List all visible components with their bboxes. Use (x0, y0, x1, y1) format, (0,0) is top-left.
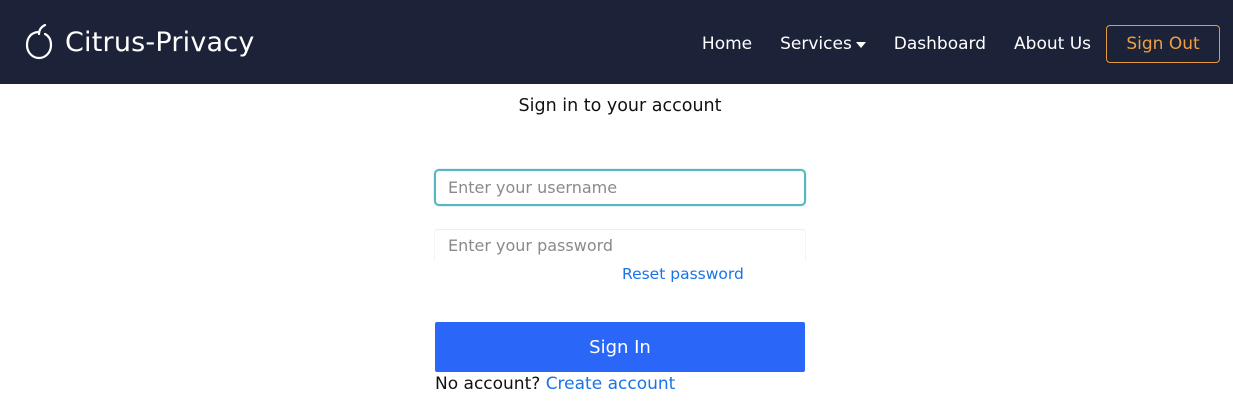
nav-about-link[interactable]: About Us (1014, 34, 1091, 54)
nav-links: Home Services Dashboard About Us Sign Ou… (702, 25, 1220, 63)
create-account-link[interactable]: Create account (546, 374, 676, 394)
reset-password-link[interactable]: Reset password (622, 265, 744, 283)
no-account-row: No account? Create account (435, 374, 675, 394)
username-input[interactable] (434, 169, 806, 206)
sign-in-button[interactable]: Sign In (435, 322, 805, 372)
top-navbar: Citrus-Privacy Home Services Dashboard A… (0, 0, 1233, 84)
nav-services-dropdown[interactable]: Services (780, 34, 866, 54)
nav-dashboard-link[interactable]: Dashboard (894, 34, 986, 54)
nav-services-label: Services (780, 34, 852, 54)
sign-out-button[interactable]: Sign Out (1106, 25, 1220, 63)
nav-home-link[interactable]: Home (702, 34, 752, 54)
password-input[interactable] (434, 229, 806, 261)
caret-down-icon (855, 42, 866, 48)
citrus-icon (24, 23, 54, 60)
brand-name: Citrus-Privacy (65, 26, 255, 58)
page-title: Sign in to your account (518, 96, 722, 116)
no-account-text: No account? (435, 374, 541, 394)
brand-logo-link[interactable]: Citrus-Privacy (24, 22, 255, 62)
